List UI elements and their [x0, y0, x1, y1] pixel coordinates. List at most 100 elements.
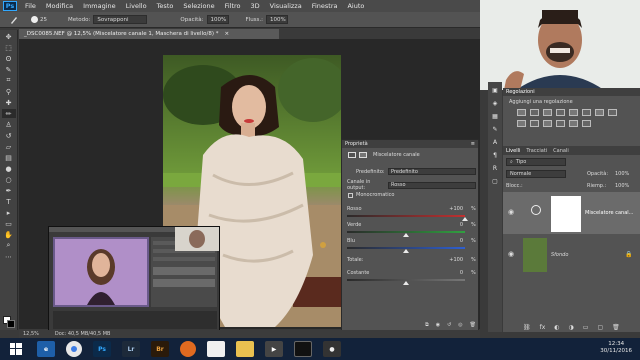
layer-mask-thumbnail[interactable]: [551, 196, 581, 232]
color-balance-icon[interactable]: [595, 109, 604, 116]
channel-mixer-icon[interactable]: [530, 120, 539, 127]
chrome-icon[interactable]: [66, 341, 82, 357]
new-layer-icon[interactable]: ▢: [597, 324, 603, 331]
layer-thumbnail[interactable]: [523, 238, 547, 272]
threshold-icon[interactable]: [569, 120, 578, 127]
brush-panel-icon[interactable]: ✎: [490, 125, 500, 134]
swatches-icon[interactable]: ▦: [490, 112, 500, 121]
type-tool-icon[interactable]: T: [2, 197, 16, 206]
slider-track[interactable]: [347, 215, 465, 217]
menu-testo[interactable]: Testo: [152, 2, 179, 10]
menu-aiuto[interactable]: Aiuto: [342, 2, 369, 10]
lasso-tool-icon[interactable]: ʘ: [2, 54, 16, 63]
delete-layer-icon[interactable]: 🗑: [612, 324, 620, 331]
menu-visualizza[interactable]: Visualizza: [265, 2, 307, 10]
slider-handle[interactable]: [462, 217, 468, 221]
marquee-tool-icon[interactable]: ⬚: [2, 43, 16, 52]
history-brush-tool-icon[interactable]: ↺: [2, 131, 16, 140]
menu-3d[interactable]: 3D: [246, 2, 265, 10]
status-zoom[interactable]: 12,5%: [23, 331, 39, 337]
hand-tool-icon[interactable]: ✋: [2, 230, 16, 239]
photoshop-icon[interactable]: Ps: [93, 341, 111, 357]
output-channel-select[interactable]: Rosso: [388, 181, 476, 189]
flow-field[interactable]: 100%: [266, 15, 289, 24]
tab-livelli[interactable]: Livelli: [506, 148, 520, 154]
visibility-icon[interactable]: ◎: [458, 322, 462, 328]
link-icon[interactable]: ⛓: [523, 324, 531, 331]
new-adjustment-icon[interactable]: ◑: [569, 324, 574, 331]
paint-icon[interactable]: [207, 341, 225, 357]
crop-tool-icon[interactable]: ⌗: [2, 76, 16, 85]
fx-icon[interactable]: fx: [540, 324, 546, 331]
tab-tracciati[interactable]: Tracciati: [526, 148, 547, 154]
black-white-icon[interactable]: [608, 109, 617, 116]
monochrome-checkbox[interactable]: [348, 192, 353, 198]
more-tools-icon[interactable]: ⋯: [2, 252, 16, 261]
path-select-tool-icon[interactable]: ▸: [2, 208, 16, 217]
menu-modifica[interactable]: Modifica: [41, 2, 78, 10]
preset-select[interactable]: Predefinito: [388, 168, 476, 175]
media-icon[interactable]: ▶: [265, 341, 283, 357]
gradient-tool-icon[interactable]: ▤: [2, 153, 16, 162]
curves-icon[interactable]: [543, 109, 552, 116]
lightroom-icon[interactable]: Lr: [122, 341, 140, 357]
trash-icon[interactable]: 🗑: [470, 322, 476, 328]
invert-icon[interactable]: [543, 120, 552, 127]
levels-icon[interactable]: [530, 109, 539, 116]
paragraph-icon[interactable]: ¶: [490, 151, 500, 160]
layer-comps-icon[interactable]: ▢: [490, 177, 500, 186]
blur-tool-icon[interactable]: ●: [2, 164, 16, 173]
layer-row[interactable]: ◉ Miscelatore canal...: [503, 192, 640, 234]
layer-name[interactable]: Sfondo: [551, 252, 568, 258]
opacity-field[interactable]: 100%: [206, 15, 229, 24]
eraser-tool-icon[interactable]: ▱: [2, 142, 16, 151]
clip-to-layer-icon[interactable]: ⧉: [425, 322, 429, 328]
eye-icon[interactable]: ◉: [508, 250, 514, 258]
healing-tool-icon[interactable]: ✚: [2, 98, 16, 107]
menu-file[interactable]: File: [20, 2, 41, 10]
slider-handle[interactable]: [403, 233, 409, 237]
reset-icon[interactable]: ↺: [447, 322, 451, 328]
tab-canali[interactable]: Canali: [553, 148, 569, 154]
menu-filtro[interactable]: Filtro: [220, 2, 246, 10]
menu-livello[interactable]: Livello: [121, 2, 152, 10]
hue-icon[interactable]: [582, 109, 591, 116]
mask-add-icon[interactable]: ◐: [554, 324, 559, 331]
system-clock[interactable]: 12:34 30/11/2016: [600, 341, 632, 355]
menu-immagine[interactable]: Immagine: [78, 2, 121, 10]
layer-opacity-value[interactable]: 100%: [615, 171, 629, 177]
background-color-swatch[interactable]: [7, 320, 15, 328]
folder-icon[interactable]: [236, 341, 254, 357]
character-icon[interactable]: A: [490, 138, 500, 147]
windows-start-icon[interactable]: [6, 340, 26, 358]
slider-value[interactable]: 0: [447, 222, 463, 228]
document-tab[interactable]: _DSC0085.NEF @ 12,5% (Miscelatore canale…: [19, 29, 279, 39]
slider-handle[interactable]: [403, 249, 409, 253]
layer-row[interactable]: ◉ Sfondo 🔒: [503, 236, 640, 274]
blend-mode-select[interactable]: Normale: [506, 170, 566, 178]
camera-icon[interactable]: ●: [323, 341, 341, 357]
history-icon[interactable]: ▣: [490, 86, 500, 95]
adjust-icon[interactable]: ◈: [490, 99, 500, 108]
terminal-icon[interactable]: [294, 341, 312, 357]
menu-selezione[interactable]: Selezione: [178, 2, 219, 10]
view-previous-icon[interactable]: ◉: [436, 322, 440, 328]
eye-icon[interactable]: ◉: [508, 208, 514, 216]
vibrance-icon[interactable]: [569, 109, 578, 116]
exposure-icon[interactable]: [556, 109, 565, 116]
brightness-icon[interactable]: [517, 109, 526, 116]
firefox-icon[interactable]: [180, 341, 196, 357]
brush-tool-icon[interactable]: ✏: [1, 109, 16, 118]
group-icon[interactable]: ▭: [583, 324, 589, 331]
brush-preset-picker[interactable]: 25: [28, 14, 50, 26]
gradient-map-icon[interactable]: [582, 120, 591, 127]
layer-filter-select[interactable]: ⌕ Tipo: [506, 158, 566, 166]
quick-select-tool-icon[interactable]: ✎: [2, 65, 16, 74]
eyedropper-tool-icon[interactable]: ⚲: [2, 87, 16, 96]
zoom-tool-icon[interactable]: ⌕: [2, 241, 16, 250]
slider-value[interactable]: 0: [447, 270, 463, 276]
slider-value[interactable]: +100: [447, 206, 463, 212]
clone-stamp-tool-icon[interactable]: ♙: [2, 120, 16, 129]
glyph-icon[interactable]: R: [490, 164, 500, 173]
move-tool-icon[interactable]: ✥: [2, 32, 16, 41]
